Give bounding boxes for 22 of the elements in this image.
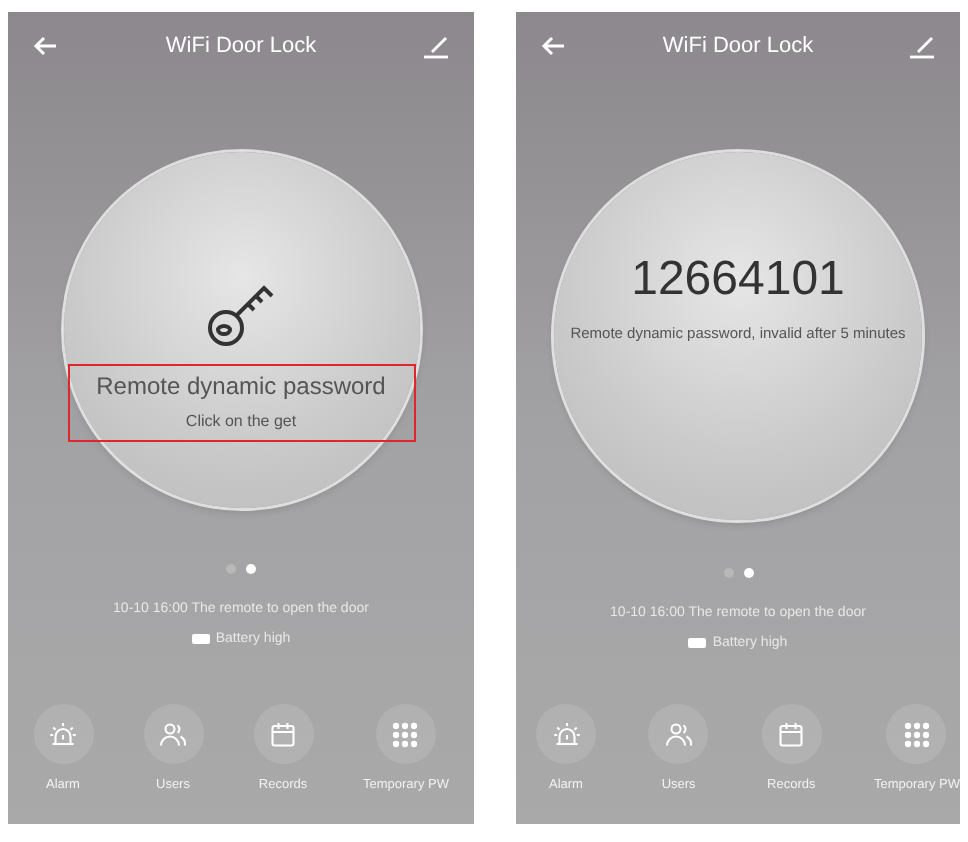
password-button[interactable]: Remote dynamic password Click on the get (63, 152, 419, 508)
password-heading: Remote dynamic password (96, 372, 386, 400)
back-arrow-icon[interactable] (32, 32, 60, 60)
users-icon (663, 719, 694, 749)
page-dot[interactable] (743, 568, 753, 578)
password-code: 12664101 (631, 252, 845, 308)
keypad-icon (390, 719, 421, 749)
hint-text: Click on the get (185, 412, 297, 430)
users-icon (158, 719, 188, 749)
calendar-icon (776, 719, 807, 749)
calendar-icon (268, 719, 298, 749)
back-arrow-icon[interactable] (540, 32, 568, 60)
alarm-light-icon (48, 719, 78, 749)
battery-icon (688, 638, 707, 648)
screen-title: WiFi Door Lock (165, 34, 317, 58)
alarm-light-icon (551, 719, 581, 749)
edit-icon[interactable] (908, 32, 936, 60)
screen-title: WiFi Door Lock (662, 34, 814, 58)
page-dot[interactable] (246, 564, 256, 574)
edit-icon[interactable] (422, 32, 450, 60)
keypad-icon (901, 719, 932, 749)
battery-icon (191, 634, 210, 644)
